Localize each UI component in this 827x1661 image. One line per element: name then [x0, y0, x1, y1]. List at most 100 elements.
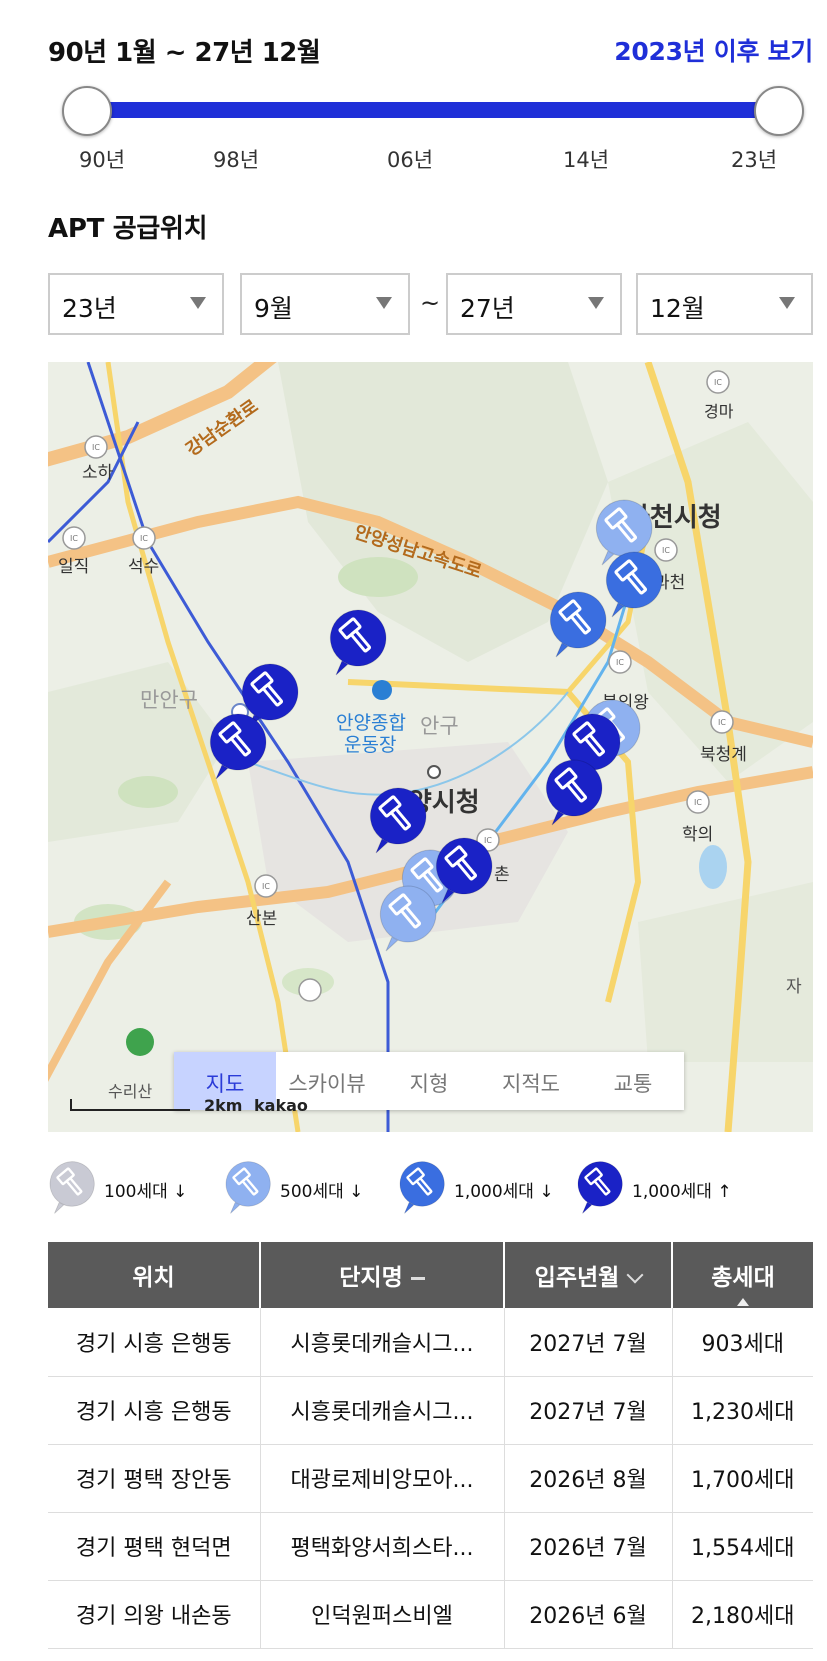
cell-complex[interactable]: 대광로제비앙모아...	[260, 1444, 505, 1513]
place-label-beomgye: 촌	[494, 865, 510, 885]
apartment-marker-icon[interactable]	[548, 590, 608, 662]
legend-label: 1,000세대 ↓	[454, 1182, 554, 1202]
map-scale-bar	[70, 1099, 190, 1111]
place-label-hakui: 학의	[682, 825, 714, 845]
map-tab-cadastral[interactable]: 지적도	[480, 1052, 582, 1110]
table-row[interactable]: 경기 평택 장안동 대광로제비앙모아... 2026년 8월 1,700세대	[48, 1444, 813, 1513]
cell-location: 경기 시흥 은행동	[48, 1308, 261, 1377]
from-month-select[interactable]: 9월	[240, 273, 410, 335]
place-label-sanbon: 산본	[246, 909, 278, 929]
sort-neutral-icon	[410, 1277, 425, 1280]
slider-tick: 06년	[386, 148, 434, 172]
section-title: APT 공급위치	[48, 214, 208, 244]
place-label-ja: 자	[786, 977, 802, 997]
svg-text:IC: IC	[718, 718, 726, 727]
cell-location: 경기 시흥 은행동	[48, 1376, 261, 1445]
cell-location: 경기 평택 장안동	[48, 1444, 261, 1513]
svg-text:IC: IC	[140, 534, 148, 543]
cell-move-in: 2026년 8월	[504, 1444, 673, 1513]
svg-text:IC: IC	[70, 534, 78, 543]
place-label-ilgik: 일직	[58, 557, 90, 577]
column-header-complex[interactable]: 단지명	[260, 1242, 505, 1308]
from-year-value: 23년	[62, 294, 117, 323]
apartment-marker-icon[interactable]	[378, 884, 438, 956]
slider-end-handle[interactable]	[754, 86, 804, 136]
cell-households: 1,230세대	[672, 1376, 813, 1445]
place-label-manan: 만안구	[140, 688, 198, 712]
place-label-soha: 소하	[82, 463, 114, 483]
marker-legend: 100세대 ↓ 500세대 ↓ 1,000세대 ↓ 1,000세대 ↑	[48, 1160, 813, 1218]
period-range-slider[interactable]	[62, 86, 804, 136]
cell-complex[interactable]: 평택화양서희스타...	[260, 1512, 505, 1581]
cell-location: 경기 평택 현덕면	[48, 1512, 261, 1581]
svg-text:IC: IC	[694, 798, 702, 807]
apartment-marker-icon[interactable]	[604, 550, 664, 622]
place-label-stadium-2: 운동장	[344, 734, 397, 756]
table-header-row: 위치 단지명 입주년월 총세대	[48, 1242, 813, 1308]
table-row[interactable]: 경기 시흥 은행동 시흥롯데캐슬시그... 2027년 7월 1,230세대	[48, 1376, 813, 1445]
legend-label: 1,000세대 ↑	[632, 1182, 732, 1202]
to-year-select[interactable]: 27년	[446, 273, 622, 335]
to-month-select[interactable]: 12월	[636, 273, 813, 335]
svg-text:IC: IC	[714, 378, 722, 387]
period-header: 90년 1월 ~ 27년 12월 2023년 이후 보기	[48, 28, 813, 68]
slider-start-handle[interactable]	[62, 86, 112, 136]
range-separator: ~	[420, 289, 441, 317]
cell-households: 1,554세대	[672, 1512, 813, 1581]
slider-track	[88, 102, 778, 118]
map-provider-logo: kakao	[254, 1096, 308, 1115]
dropdown-arrow-icon	[376, 297, 392, 309]
after-2023-link[interactable]: 2023년 이후 보기	[614, 32, 813, 68]
cell-move-in: 2027년 7월	[504, 1308, 673, 1377]
from-month-value: 9월	[254, 294, 293, 323]
cell-households: 2,180세대	[672, 1580, 813, 1649]
period-range-text: 90년 1월 ~ 27년 12월	[48, 38, 321, 68]
slider-tick: 90년	[78, 148, 126, 172]
apartment-marker-icon[interactable]	[434, 836, 494, 908]
chevron-down-icon	[626, 1266, 644, 1283]
cell-complex[interactable]: 인덕원퍼스비엘	[260, 1580, 505, 1649]
svg-text:IC: IC	[92, 443, 100, 452]
svg-text:IC: IC	[616, 658, 624, 667]
map-scale-label: 2km	[204, 1096, 243, 1115]
map-base-layer: IC IC IC IC IC IC IC IC IC IC	[48, 362, 813, 1132]
table-row[interactable]: 경기 평택 현덕면 평택화양서희스타... 2026년 7월 1,554세대	[48, 1512, 813, 1581]
column-header-location[interactable]: 위치	[48, 1242, 261, 1308]
map-tab-traffic[interactable]: 교통	[582, 1052, 684, 1110]
place-label-bukcheonggye: 북청계	[700, 745, 747, 765]
from-year-select[interactable]: 23년	[48, 273, 224, 335]
cell-complex[interactable]: 시흥롯데캐슬시그...	[260, 1376, 505, 1445]
apartment-marker-icon[interactable]	[328, 608, 388, 680]
cell-households: 1,700세대	[672, 1444, 813, 1513]
date-filter-bar: 23년 9월 ~ 27년 12월	[48, 273, 813, 335]
sort-up-icon	[737, 1298, 749, 1306]
map-type-tabs: 지도 스카이뷰 지형 지적도 교통	[174, 1052, 684, 1110]
dropdown-arrow-icon	[588, 297, 604, 309]
dropdown-arrow-icon	[779, 297, 795, 309]
svg-text:IC: IC	[262, 882, 270, 891]
supply-location-map[interactable]: IC IC IC IC IC IC IC IC IC IC 강남순환로 안양성남…	[48, 362, 813, 1132]
place-label-seoksu: 석수	[128, 557, 160, 577]
cell-move-in: 2026년 6월	[504, 1580, 673, 1649]
cell-households: 903세대	[672, 1308, 813, 1377]
supply-table: 위치 단지명 입주년월 총세대 경기 시흥 은행동 시흥롯데캐슬시그... 20…	[48, 1242, 813, 1649]
apartment-marker-icon[interactable]	[544, 758, 604, 830]
place-label-gyeongma: 경마	[704, 402, 734, 421]
table-row[interactable]: 경기 의왕 내손동 인덕원퍼스비엘 2026년 6월 2,180세대	[48, 1580, 813, 1649]
column-header-households[interactable]: 총세대	[672, 1242, 813, 1308]
cell-location: 경기 의왕 내손동	[48, 1580, 261, 1649]
slider-tick: 14년	[562, 148, 610, 172]
slider-tick-labels: 90년 98년 06년 14년 23년	[48, 144, 808, 174]
cell-complex[interactable]: 시흥롯데캐슬시그...	[260, 1308, 505, 1377]
apartment-marker-icon[interactable]	[208, 712, 268, 784]
cell-move-in: 2027년 7월	[504, 1376, 673, 1445]
slider-tick: 23년	[730, 148, 778, 172]
to-month-value: 12월	[650, 294, 705, 323]
map-tab-terrain[interactable]: 지형	[378, 1052, 480, 1110]
column-header-move-in[interactable]: 입주년월	[504, 1242, 673, 1308]
table-row[interactable]: 경기 시흥 은행동 시흥롯데캐슬시그... 2027년 7월 903세대	[48, 1308, 813, 1377]
slider-tick: 98년	[212, 148, 260, 172]
to-year-value: 27년	[460, 294, 515, 323]
cell-move-in: 2026년 7월	[504, 1512, 673, 1581]
legend-label: 500세대 ↓	[280, 1182, 364, 1202]
